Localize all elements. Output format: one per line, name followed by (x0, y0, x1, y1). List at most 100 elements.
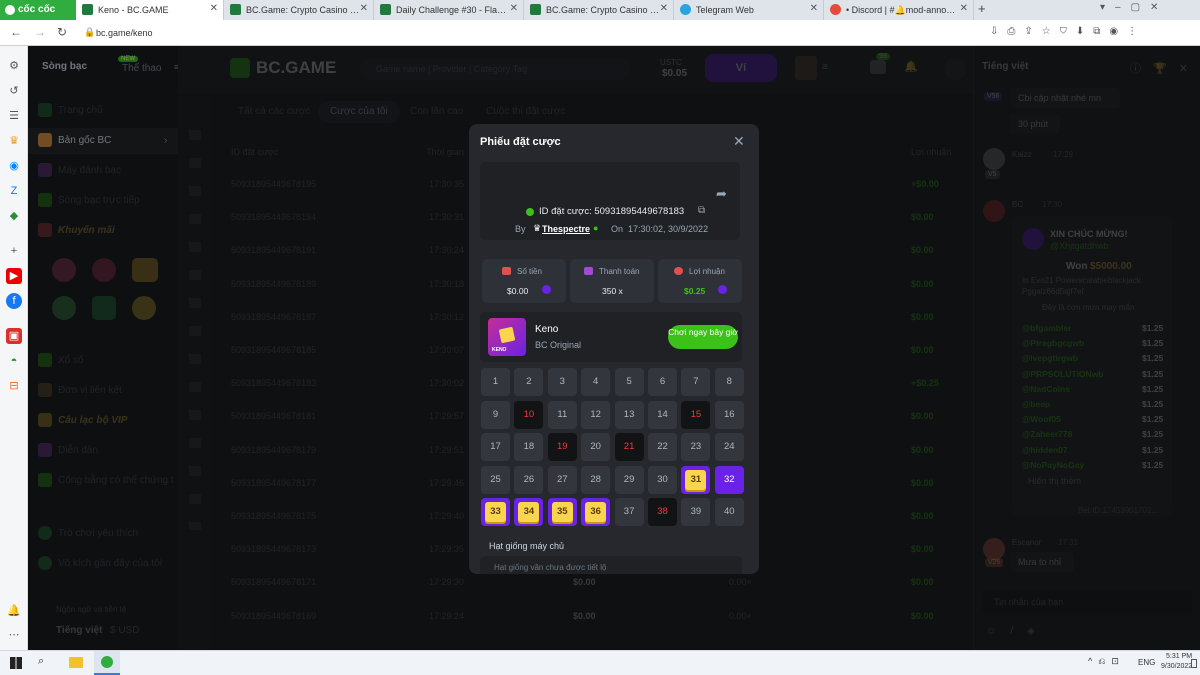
keno-cell: 23 (681, 433, 711, 462)
keno-cell: 38 (648, 498, 677, 527)
stat-label: Lợi nhuận (689, 267, 725, 276)
stat-amount: Số tiền $0.00 (482, 259, 566, 303)
notification-icon[interactable]: 🔔 (6, 603, 22, 619)
tab-title: Telegram Web (696, 5, 754, 15)
tab-title: BC.Game: Crypto Casino Gam (546, 5, 660, 15)
tab-title: Keno - BC.GAME (98, 5, 169, 15)
keno-cell: 19 (547, 433, 577, 462)
keno-cell: 36 (581, 498, 611, 527)
keno-cell: 40 (714, 498, 744, 527)
browser-tab[interactable]: Telegram Web ✕ (674, 0, 824, 20)
keno-tile-icon (498, 326, 516, 344)
keno-cell: 1 (481, 368, 510, 396)
close-icon[interactable]: ✕ (960, 3, 968, 14)
hat-icon[interactable]: ◓ (6, 353, 22, 369)
browser-tab[interactable]: Keno - BC.GAME ✕ (76, 0, 224, 20)
tray-icons[interactable]: ^⎌⊡ (1088, 656, 1125, 667)
keno-cell: 28 (581, 465, 611, 494)
share-icon[interactable]: ➦ (716, 186, 727, 202)
bet-datetime: 17:30:02, 30/9/2022 (628, 224, 709, 234)
currency-coin-icon (718, 285, 727, 294)
history-icon[interactable]: ↺ (6, 83, 22, 99)
keno-cell: 33 (481, 498, 510, 527)
messenger-icon[interactable]: ◉ (6, 158, 22, 174)
keno-cell: 13 (614, 400, 644, 429)
bettor-username[interactable]: Thespectre (542, 224, 590, 234)
close-icon[interactable]: ✕ (733, 133, 745, 150)
url-input[interactable]: bc.game/keno (96, 24, 976, 42)
keno-cell: 9 (481, 400, 510, 429)
keno-cell-number: 36 (585, 502, 607, 523)
back-icon[interactable]: ← (10, 25, 22, 39)
forward-icon[interactable]: → (34, 25, 46, 39)
keno-cell: 5 (614, 368, 644, 396)
game-provider: BC Original (535, 340, 582, 350)
browser-tab[interactable]: BC.Game: Crypto Casino Gam ✕ (224, 0, 374, 20)
stat-value: $0.00 (507, 286, 529, 296)
stat-payout: Thanh toán 350 x (570, 259, 654, 303)
keno-cell: 15 (681, 400, 711, 429)
reload-icon[interactable]: ↻ (57, 25, 67, 39)
browser-tab[interactable]: Daily Challenge #30 - Flash C ✕ (374, 0, 524, 20)
new-tab-icon[interactable]: + (978, 1, 986, 16)
shop-icon[interactable]: ⊟ (6, 378, 22, 394)
browser-tab[interactable]: • Discord | #🔔mod-announc ✕ (824, 0, 974, 20)
keno-cell: 8 (714, 368, 744, 396)
close-icon[interactable]: ✕ (660, 3, 668, 14)
keno-cell: 6 (648, 368, 677, 396)
close-icon[interactable]: ✕ (360, 3, 368, 14)
zalo-icon[interactable]: Z (6, 183, 22, 199)
keno-cell: 2 (514, 368, 544, 396)
clock-time[interactable]: 5:31 PM (1166, 653, 1192, 660)
tab-title: BC.Game: Crypto Casino Gam (246, 5, 360, 15)
keno-cell: 10 (514, 400, 544, 429)
keno-thumbnail[interactable]: KENO (488, 318, 526, 356)
by-label: By (515, 224, 526, 234)
keno-cell: 14 (648, 400, 677, 429)
keno-cell: 7 (681, 368, 711, 396)
bet-slip-modal: Phiếu đặt cược ✕ ➦ ID đặt cược: 50931895… (469, 124, 759, 574)
stat-label: Số tiền (517, 267, 542, 276)
input-language[interactable]: ENG (1138, 658, 1155, 667)
browser-tab[interactable]: BC.Game: Crypto Casino Gam ✕ (524, 0, 674, 20)
coccoc-taskbar-item[interactable] (94, 651, 120, 675)
verified-icon (526, 208, 534, 216)
keno-cell: 24 (714, 433, 744, 462)
coins-icon (502, 267, 511, 275)
add-icon[interactable]: + (6, 243, 22, 259)
windows-start-icon[interactable] (10, 657, 22, 669)
more-icon[interactable]: ⋯ (6, 627, 22, 643)
keno-cell: 16 (714, 400, 744, 429)
window-controls-icon[interactable]: ▾–▢✕ (1100, 2, 1168, 13)
windows-taskbar: ⌕ ^⎌⊡ ENG 5:31 PM 9/30/2022 (0, 650, 1200, 675)
settings-icon[interactable]: ⚙ (6, 58, 22, 74)
stat-profit: Lợi nhuận $0.25 (658, 259, 742, 303)
server-seed-field[interactable]: Hạt giống văn chưa được tiết lộ (480, 556, 742, 574)
game-name: Keno (535, 324, 559, 335)
game-icon[interactable]: ◆ (6, 208, 22, 224)
keno-cell-number: 34 (518, 502, 540, 523)
copy-icon[interactable]: ⧉ (698, 205, 705, 216)
youtube-icon[interactable]: ▶ (6, 268, 22, 284)
facebook-icon[interactable]: f (6, 293, 22, 309)
play-now-button[interactable]: Chơi ngay bây giờ (668, 325, 738, 349)
file-explorer-icon[interactable] (69, 657, 83, 668)
search-icon[interactable]: ⌕ (38, 655, 44, 668)
keno-cell-number: 33 (485, 502, 506, 523)
clock-date[interactable]: 9/30/2022 (1161, 663, 1192, 670)
close-icon[interactable]: ✕ (510, 3, 518, 14)
notes-icon[interactable]: ☰ (6, 108, 22, 124)
close-icon[interactable]: ✕ (210, 3, 218, 14)
keno-cell: 20 (581, 433, 611, 462)
crown-icon[interactable]: ♛ (6, 133, 22, 149)
tab-title: Daily Challenge #30 - Flash C (396, 5, 510, 15)
profit-icon (674, 267, 683, 275)
browser-toolbar-icons[interactable]: ⇩⎙⇪☆⛉⬇⧉◉⋮ (990, 26, 1146, 37)
tab-title: • Discord | #🔔mod-announc (846, 4, 960, 15)
keno-cell: 34 (514, 498, 544, 527)
keno-thumb-text: KENO (492, 347, 507, 353)
news-icon[interactable]: ▣ (6, 328, 22, 344)
notification-center-icon[interactable] (1191, 659, 1197, 668)
keno-cell-number: 31 (685, 469, 707, 490)
close-icon[interactable]: ✕ (810, 3, 818, 14)
